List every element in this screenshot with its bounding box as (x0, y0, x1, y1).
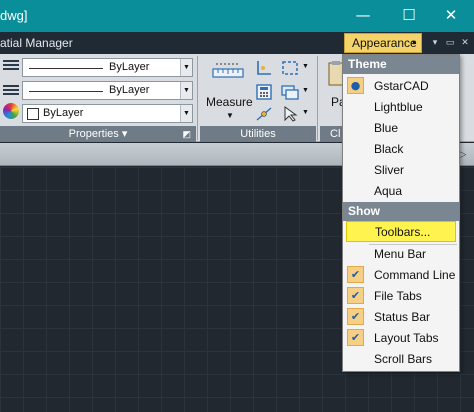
chevron-down-icon[interactable]: ▼ (302, 63, 309, 70)
chevron-down-icon[interactable]: ▼ (180, 105, 192, 122)
appearance-dropdown: Theme ● GstarCAD Lightblue Blue Black Sl… (342, 54, 460, 372)
theme-label: Lightblue (374, 100, 423, 114)
theme-item-black[interactable]: Black (343, 138, 459, 159)
check-icon: ✔ (347, 308, 364, 325)
menu-bar: atial Manager Appearance ▾ ▾ ▭ ✕ (0, 32, 474, 54)
show-label: Command Line (374, 268, 456, 282)
color-combo[interactable]: ByLayer ▼ (22, 104, 193, 123)
show-item-command-line[interactable]: ✔ Command Line (343, 264, 459, 285)
theme-label: GstarCAD (374, 79, 429, 93)
coordinate-icon[interactable] (255, 60, 273, 76)
panel-label-clipboard: Cl (320, 126, 342, 142)
theme-label: Sliver (374, 163, 405, 177)
calculator-icon[interactable] (255, 84, 273, 100)
color-value: ByLayer (43, 107, 84, 119)
maximize-button[interactable]: ☐ (386, 0, 432, 32)
check-icon: ✔ (347, 329, 364, 346)
theme-item-sliver[interactable]: Sliver (343, 159, 459, 180)
window-title: dwg] (0, 8, 28, 23)
panel-divider (317, 56, 318, 140)
show-label: Status Bar (374, 310, 431, 324)
show-label: Scroll Bars (374, 352, 433, 366)
show-label: Toolbars... (375, 225, 431, 239)
show-item-scroll-bars[interactable]: Scroll Bars (343, 348, 459, 369)
theme-header: Theme (343, 55, 459, 74)
lineweight-value: ByLayer (109, 84, 150, 96)
appearance-button[interactable]: Appearance ▾ (344, 33, 422, 53)
title-bar: dwg] — ☐ ✕ (0, 0, 474, 32)
selected-bullet-icon: ● (347, 77, 364, 94)
show-header: Show (343, 202, 459, 221)
check-icon: ✔ (347, 287, 364, 304)
chevron-down-icon: ▾ (411, 38, 416, 47)
show-item-toolbars[interactable]: Toolbars... (346, 221, 456, 242)
show-item-status-bar[interactable]: ✔ Status Bar (343, 306, 459, 327)
chevron-down-icon[interactable]: ▾ (122, 128, 128, 140)
show-label: File Tabs (374, 289, 422, 303)
show-item-layout-tabs[interactable]: ✔ Layout Tabs (343, 327, 459, 348)
pointer-icon[interactable] (281, 106, 299, 122)
color-wheel-icon[interactable] (3, 103, 19, 119)
chevron-down-icon[interactable]: ▼ (180, 59, 192, 76)
chevron-down-icon[interactable]: ▼ (302, 87, 309, 94)
close-button[interactable]: ✕ (428, 0, 474, 32)
check-icon: ✔ (347, 266, 364, 283)
quick-select-icon[interactable] (281, 84, 299, 100)
theme-label: Blue (374, 121, 399, 135)
line-preview (29, 91, 103, 92)
show-item-menu-bar[interactable]: Menu Bar (343, 243, 459, 264)
linetype-combo[interactable]: ByLayer ▼ (22, 58, 193, 77)
minimize-button[interactable]: — (340, 0, 386, 32)
lineweight-combo[interactable]: ByLayer ▼ (22, 81, 193, 100)
show-label: Menu Bar (374, 247, 427, 261)
chevron-down-icon[interactable]: ▼ (302, 109, 309, 116)
theme-item-gstarcad[interactable]: ● GstarCAD (343, 75, 459, 96)
measure-label[interactable]: Measure (206, 95, 253, 109)
panel-label-properties: Properties ▾ ◩ (0, 126, 196, 142)
theme-label: Black (374, 142, 404, 156)
color-swatch (27, 108, 39, 120)
show-label: Layout Tabs (374, 331, 439, 345)
measure-icon[interactable] (212, 60, 244, 86)
lineweight-icon[interactable] (3, 83, 19, 97)
ribbon-restore-button[interactable]: ▭ (443, 36, 457, 50)
chevron-down-icon[interactable]: ▼ (180, 82, 192, 99)
menu-spatial-manager[interactable]: atial Manager (0, 36, 73, 50)
dialog-launcher-icon[interactable]: ◩ (182, 126, 191, 142)
linetype-icon[interactable] (3, 58, 19, 72)
id-point-icon[interactable] (255, 106, 273, 122)
chevron-down-icon[interactable]: ▼ (226, 111, 234, 120)
linetype-value: ByLayer (109, 61, 150, 73)
properties-label: Properties (68, 128, 119, 140)
panel-divider (197, 56, 198, 140)
theme-label: Aqua (374, 184, 403, 198)
appearance-label: Appearance (352, 36, 417, 50)
theme-item-aqua[interactable]: Aqua (343, 180, 459, 201)
panel-label-utilities: Utilities (200, 126, 316, 142)
theme-item-lightblue[interactable]: Lightblue (343, 96, 459, 117)
line-preview (29, 68, 103, 69)
show-item-file-tabs[interactable]: ✔ File Tabs (343, 285, 459, 306)
ribbon-close-button[interactable]: ✕ (458, 36, 472, 50)
select-all-icon[interactable] (281, 60, 299, 76)
ribbon-minimize-button[interactable]: ▾ (428, 36, 442, 50)
theme-item-blue[interactable]: Blue (343, 117, 459, 138)
